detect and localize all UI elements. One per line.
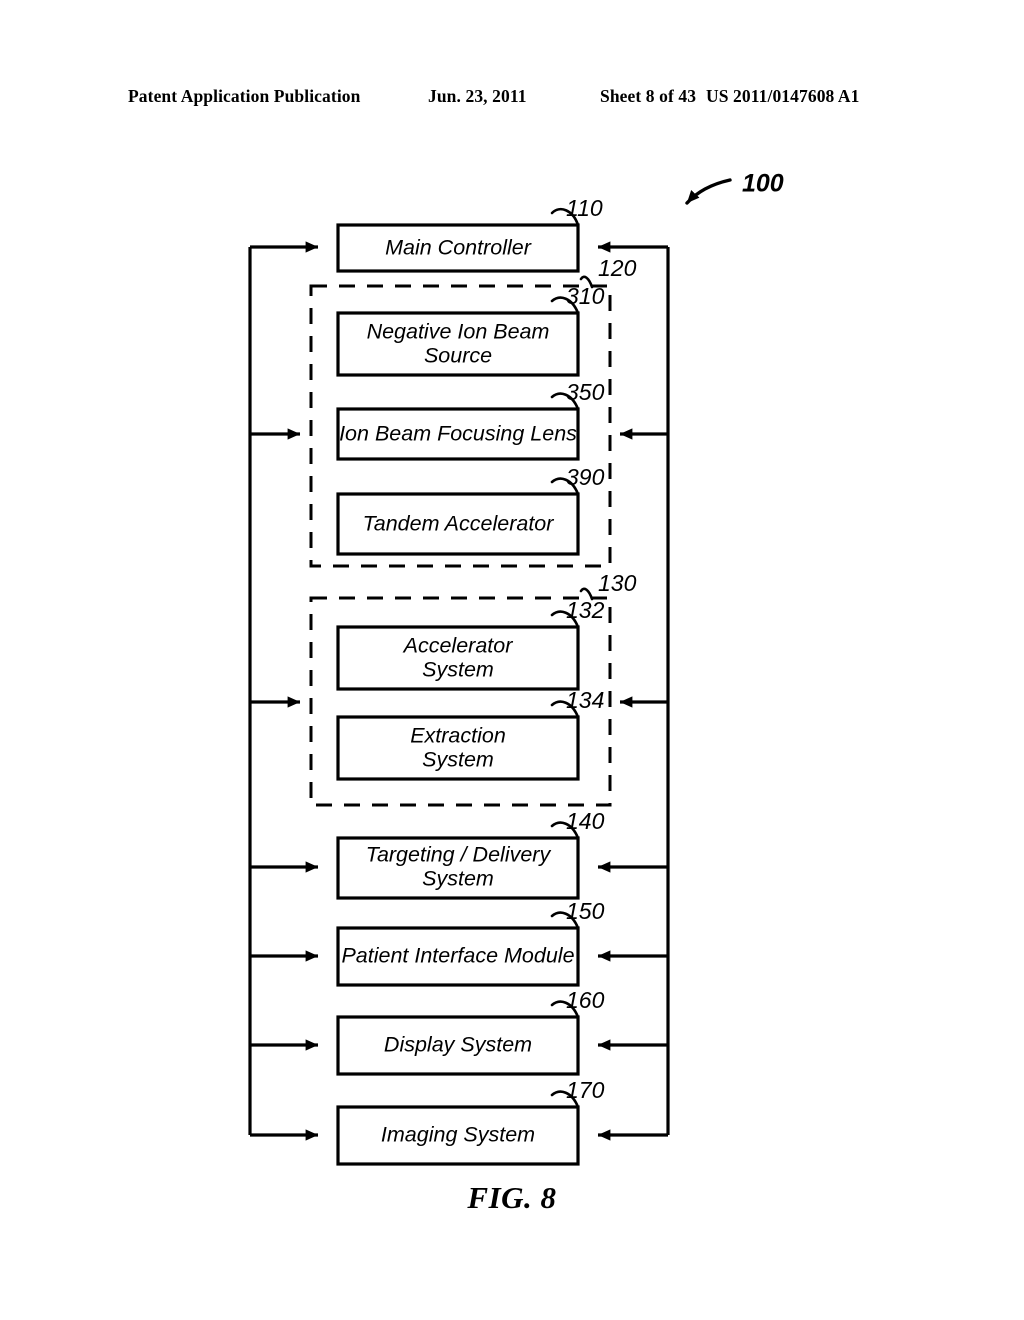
block-patient-interface-module[interactable]: Patient Interface Module — [336, 926, 580, 987]
block-label-imaging-system: Imaging System — [381, 1123, 535, 1147]
ref-number-390: 390 — [566, 464, 605, 490]
block-label-patient-interface-module: Patient Interface Module — [341, 944, 574, 968]
block-label-ion-beam-focusing-lens: Ion Beam Focusing Lens — [339, 422, 577, 446]
block-accelerator-system[interactable]: Accelerator System — [336, 625, 580, 691]
patent-figure-page: Patent Application Publication Jun. 23, … — [0, 0, 1024, 1320]
block-negative-ion-beam-source[interactable]: Negative Ion Beam Source — [336, 311, 580, 377]
block-targeting-delivery-system[interactable]: Targeting / Delivery System — [336, 836, 580, 900]
ref-number-120: 120 — [598, 255, 637, 281]
block-label-extraction-system-line2: System — [422, 748, 494, 772]
block-display-system[interactable]: Display System — [336, 1015, 580, 1076]
block-diagram: Main Controller Negative Ion Beam Source… — [248, 170, 784, 1166]
ref-number-150: 150 — [566, 898, 605, 924]
block-label-accelerator-system-line2: System — [422, 658, 494, 682]
ref-number-350: 350 — [566, 379, 605, 405]
block-label-targeting-delivery-line2: System — [422, 867, 494, 891]
block-imaging-system[interactable]: Imaging System — [336, 1105, 580, 1166]
block-label-targeting-delivery-line1: Targeting / Delivery — [366, 843, 552, 867]
system-callout-arrow — [685, 178, 732, 205]
block-ion-beam-focusing-lens[interactable]: Ion Beam Focusing Lens — [336, 407, 580, 461]
ref-number-132: 132 — [566, 597, 605, 623]
figure-caption: FIG. 8 — [467, 1180, 557, 1215]
block-main-controller[interactable]: Main Controller — [336, 223, 580, 273]
ref-number-110: 110 — [566, 195, 603, 221]
ref-number-170: 170 — [566, 1077, 605, 1103]
block-label-tandem-accelerator: Tandem Accelerator — [363, 512, 555, 536]
block-label-negative-ion-beam-source-line2: Source — [424, 344, 492, 368]
block-label-main-controller: Main Controller — [385, 236, 532, 260]
ref-number-310: 310 — [566, 283, 605, 309]
block-extraction-system[interactable]: Extraction System — [336, 715, 580, 781]
block-label-extraction-system-line1: Extraction — [410, 724, 506, 748]
ref-number-160: 160 — [566, 987, 605, 1013]
block-tandem-accelerator[interactable]: Tandem Accelerator — [336, 492, 580, 556]
block-label-accelerator-system-line1: Accelerator — [402, 634, 514, 658]
ref-number-140: 140 — [566, 808, 605, 834]
ref-number-130: 130 — [598, 570, 637, 596]
block-label-negative-ion-beam-source-line1: Negative Ion Beam — [367, 320, 550, 344]
ref-number-134: 134 — [566, 687, 604, 713]
ref-number-100: 100 — [742, 170, 784, 198]
block-label-display-system: Display System — [384, 1033, 532, 1057]
